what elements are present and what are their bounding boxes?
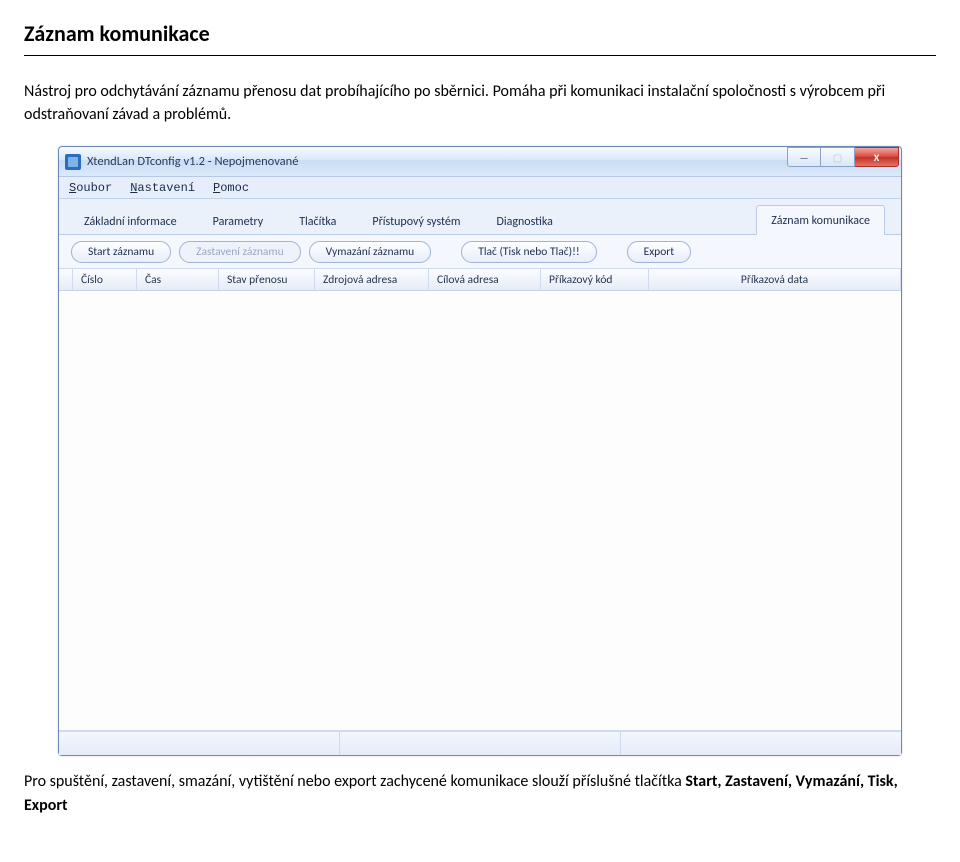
- tab-zakladni-informace[interactable]: Základní informace: [69, 206, 192, 235]
- statusbar: [59, 731, 901, 755]
- column-prikazova-data[interactable]: Příkazová data: [649, 269, 901, 290]
- menu-nastaveni[interactable]: Nastavení: [130, 181, 195, 195]
- tabbar: Základní informace Parametry Tlačítka Př…: [59, 199, 901, 235]
- menu-soubor[interactable]: Soubor: [69, 181, 112, 195]
- tab-zaznam-komunikace[interactable]: Záznam komunikace: [756, 205, 885, 235]
- tab-pristupovy-system[interactable]: Přístupový systém: [357, 206, 475, 235]
- window-title: XtendLan DTconfig v1.2 - Nepojmenované: [87, 154, 298, 169]
- titlebar: XtendLan DTconfig v1.2 - Nepojmenované —…: [59, 147, 901, 177]
- column-cilova-adresa[interactable]: Cílová adresa: [429, 269, 541, 290]
- app-icon: [65, 154, 81, 170]
- table-header: Číslo Čas Stav přenosu Zdrojová adresa C…: [59, 269, 901, 291]
- outro-paragraph: Pro spuštění, zastavení, smazání, vytišt…: [24, 770, 936, 816]
- column-cislo[interactable]: Číslo: [73, 269, 137, 290]
- status-cell-3: [621, 731, 901, 755]
- column-stav-prenosu[interactable]: Stav přenosu: [219, 269, 315, 290]
- status-cell-1: [59, 731, 340, 755]
- menu-pomoc[interactable]: Pomoc: [213, 181, 249, 195]
- window-controls: — ▢ X: [787, 147, 899, 167]
- app-window: XtendLan DTconfig v1.2 - Nepojmenované —…: [58, 146, 902, 756]
- start-button[interactable]: Start záznamu: [71, 241, 171, 263]
- tab-parametry[interactable]: Parametry: [198, 206, 279, 235]
- intro-paragraph: Nástroj pro odchytávání záznamu přenosu …: [24, 80, 936, 126]
- table-body: [59, 291, 901, 731]
- tab-tlacitka[interactable]: Tlačítka: [284, 206, 351, 235]
- table-row-selector-column: [59, 269, 73, 290]
- tab-diagnostika[interactable]: Diagnostika: [481, 206, 567, 235]
- column-prikazovy-kod[interactable]: Příkazový kód: [541, 269, 649, 290]
- column-zdrojova-adresa[interactable]: Zdrojová adresa: [315, 269, 429, 290]
- page-title: Záznam komunikace: [24, 20, 936, 56]
- print-button[interactable]: Tlač (Tisk nebo Tlač)!!: [461, 241, 596, 263]
- column-cas[interactable]: Čas: [137, 269, 219, 290]
- stop-button[interactable]: Zastavení záznamu: [179, 241, 301, 263]
- outro-text: Pro spuštění, zastavení, smazání, vytišt…: [24, 772, 685, 791]
- export-button[interactable]: Export: [627, 241, 692, 263]
- toolbar: Start záznamu Zastavení záznamu Vymazání…: [59, 235, 901, 269]
- maximize-button[interactable]: ▢: [821, 147, 855, 167]
- close-button[interactable]: X: [855, 147, 899, 167]
- status-cell-2: [340, 731, 621, 755]
- minimize-button[interactable]: —: [787, 147, 821, 167]
- menubar: Soubor Nastavení Pomoc: [59, 177, 901, 199]
- clear-button[interactable]: Vymazání záznamu: [309, 241, 432, 263]
